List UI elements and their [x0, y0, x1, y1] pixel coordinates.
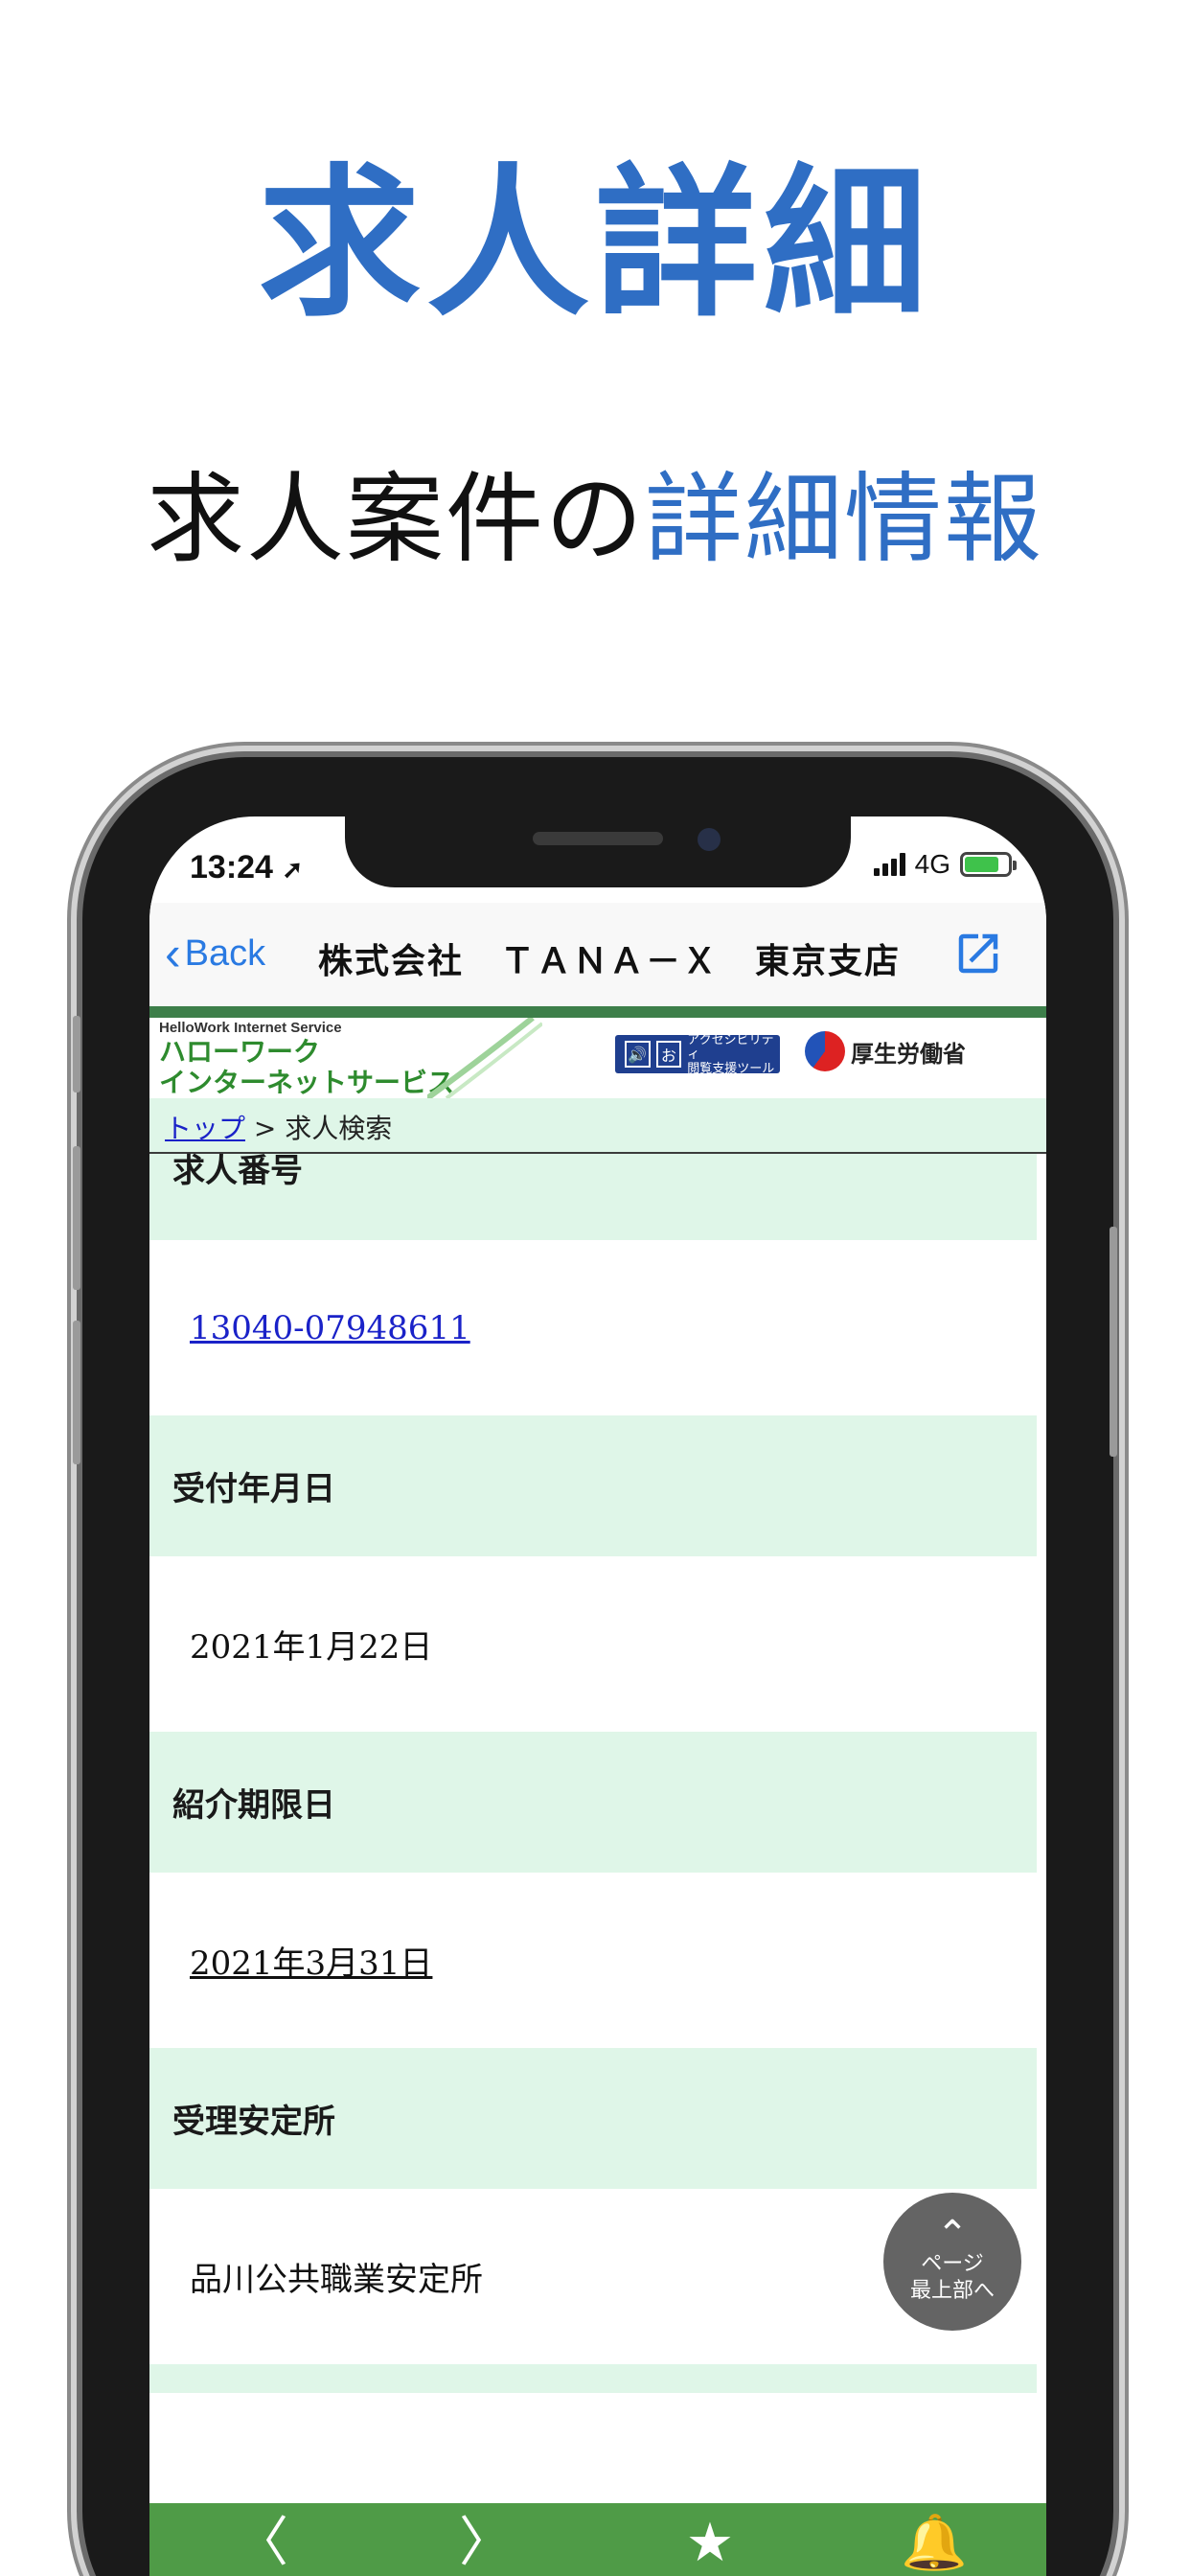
received-date-label-row: 受付年月日	[149, 1415, 1037, 1556]
subhead-accent: 詳細情報	[645, 463, 1043, 577]
ministry-logo[interactable]: 厚生労働省	[805, 1031, 966, 1071]
status-time-text: 13:24	[190, 849, 273, 886]
network-type: 4G	[914, 849, 950, 879]
received-date-value: 2021年1月22日	[190, 1628, 433, 1667]
logo-line-2: インターネットサービス	[159, 1067, 455, 1098]
accessibility-line-1: アクセシビリティ	[687, 1032, 774, 1062]
phone-side-button-volume-down	[73, 1321, 80, 1464]
chevron-left-icon[interactable]: 〈	[204, 2517, 319, 2576]
back-label: Back	[184, 932, 266, 974]
accessibility-tool-button[interactable]: 🔊 お アクセシビリティ 閲覧支援ツール	[615, 1032, 780, 1076]
scroll-to-top-button[interactable]: ⌃ ページ 最上部へ	[883, 2193, 1021, 2331]
external-link-icon[interactable]	[952, 928, 1004, 979]
breadcrumb-top-link[interactable]: トップ	[165, 1113, 245, 1144]
status-time: 13:24 ➚	[190, 849, 303, 886]
office-value: 品川公共職業安定所	[190, 2261, 483, 2299]
accessibility-line-2: 閲覧支援ツール	[687, 1061, 775, 1076]
deadline-value: 2021年3月31日	[190, 1944, 433, 1983]
scroll-top-line-1: ページ	[921, 2252, 984, 2276]
battery-icon	[960, 852, 1017, 877]
deadline-label: 紹介期限日	[172, 1786, 335, 1825]
phone-side-button-volume-up	[73, 1146, 80, 1290]
deadline-label-row: 紹介期限日	[149, 1732, 1037, 1873]
breadcrumb-separator: >	[245, 1113, 286, 1144]
logo-swoosh-icon	[427, 1018, 542, 1098]
signal-icon	[873, 853, 905, 876]
subhead: 求人案件の詳細情報	[0, 472, 1190, 569]
header-divider	[149, 1006, 1046, 1018]
office-label: 受理安定所	[172, 2103, 335, 2141]
ministry-mark-icon	[805, 1031, 845, 1071]
back-button[interactable]: ‹ Back	[165, 930, 265, 978]
deadline-value-row: 2021年3月31日	[149, 1873, 1037, 2048]
job-number-label-row: 求人番号	[149, 1152, 1037, 1240]
status-indicators: 4G	[873, 849, 1017, 880]
chevron-right-icon[interactable]: 〉	[428, 2517, 543, 2576]
nav-bar: ‹ Back 株式会社 ＴＡＮＡ－Ｘ 東京支店	[149, 903, 1046, 1006]
location-arrow-icon: ➚	[282, 855, 304, 884]
job-number-value-row: 13040-07948611	[149, 1240, 1037, 1415]
job-number-label: 求人番号	[172, 1152, 303, 1190]
job-number-link[interactable]: 13040-07948611	[190, 1309, 470, 1347]
notch	[345, 816, 851, 887]
office-label-row: 受理安定所	[149, 2048, 1037, 2189]
next-label-row	[149, 2364, 1037, 2393]
breadcrumb-current: 求人検索	[285, 1113, 393, 1144]
ministry-name: 厚生労働省	[851, 1040, 966, 1068]
received-date-label: 受付年月日	[172, 1470, 335, 1508]
hellowork-logo[interactable]: ハローワーク インターネットサービス	[159, 1037, 454, 1098]
bell-icon[interactable]: 🔔	[877, 2517, 992, 2576]
chevron-left-icon: ‹	[165, 927, 181, 980]
chevron-up-icon: ⌃	[936, 2213, 969, 2257]
phone-side-button-mute	[73, 1016, 80, 1092]
headline: 求人詳細	[257, 150, 932, 339]
phone-screen: 13:24 ➚ 4G ‹ Back 株式会社 ＴＡＮＡ－Ｘ 東京支店 Hello…	[149, 816, 1046, 2576]
scroll-top-line-2: 最上部へ	[909, 2279, 995, 2303]
logo-line-1: ハローワーク	[159, 1036, 321, 1068]
site-header-small-text: HelloWork Internet Service	[159, 1020, 342, 1036]
received-date-value-row: 2021年1月22日	[149, 1556, 1037, 1732]
speaker	[533, 832, 663, 845]
subhead-plain: 求人案件の	[147, 463, 645, 577]
camera	[698, 828, 721, 851]
hiragana-o-icon: お	[655, 1041, 682, 1068]
star-icon[interactable]: ★	[652, 2517, 767, 2576]
phone-side-button-power	[1110, 1227, 1117, 1457]
nav-title: 株式会社 ＴＡＮＡ－Ｘ 東京支店	[318, 942, 902, 981]
speaker-icon: 🔊	[625, 1041, 651, 1068]
site-header: HelloWork Internet Service ハローワーク インターネッ…	[149, 1018, 1046, 1098]
bottom-toolbar: 〈 〉 ★ 🔔	[149, 2503, 1046, 2576]
